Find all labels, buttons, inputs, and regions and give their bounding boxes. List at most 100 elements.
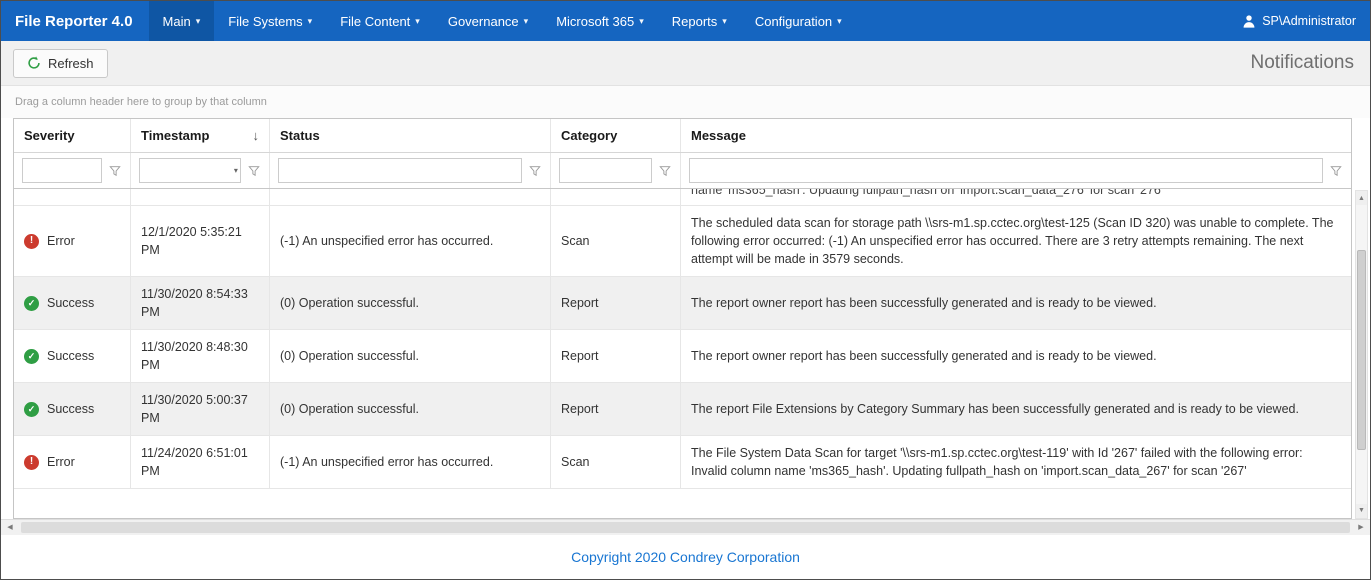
- horizontal-scroll-thumb[interactable]: [21, 522, 1350, 533]
- column-header-severity[interactable]: Severity: [14, 119, 131, 152]
- user-account[interactable]: SP\Administrator: [1228, 1, 1370, 41]
- filter-row: ▾: [14, 153, 1351, 189]
- category-filter-input[interactable]: [559, 158, 652, 183]
- nav-item-microsoft-365[interactable]: Microsoft 365 ▾: [542, 1, 658, 41]
- message-filter-input[interactable]: [689, 158, 1323, 183]
- scroll-down-icon[interactable]: ▼: [1356, 504, 1367, 518]
- group-by-panel[interactable]: Drag a column header here to group by th…: [1, 86, 1370, 118]
- nav-item-label: Main: [163, 14, 191, 29]
- nav-item-label: Microsoft 365: [556, 14, 634, 29]
- chevron-down-icon[interactable]: ▾: [232, 166, 240, 175]
- empty-space: [14, 489, 1351, 518]
- success-icon: ✓: [24, 349, 39, 364]
- success-icon: ✓: [24, 402, 39, 417]
- table-row[interactable]: ✓ Success 11/30/2020 8:54:33 PM (0) Oper…: [14, 277, 1351, 330]
- chevron-down-icon: ▾: [837, 16, 842, 27]
- scroll-up-icon[interactable]: ▲: [1356, 191, 1367, 205]
- sort-descending-icon: ↓: [253, 128, 260, 143]
- nav-item-configuration[interactable]: Configuration ▾: [741, 1, 856, 41]
- vertical-scroll-track[interactable]: [1356, 205, 1367, 504]
- filter-icon[interactable]: [245, 165, 263, 177]
- message-cell: The report owner report has been success…: [681, 277, 1351, 329]
- filter-icon[interactable]: [1327, 165, 1345, 177]
- column-label: Timestamp: [141, 128, 209, 143]
- table-row[interactable]: ✓ Success 11/30/2020 5:00:37 PM (0) Oper…: [14, 383, 1351, 436]
- nav-item-file-systems[interactable]: File Systems ▾: [214, 1, 326, 41]
- category-cell: Report: [551, 330, 681, 382]
- nav-item-label: Configuration: [755, 14, 832, 29]
- table-body: name 'ms365_hash'. Updating fullpath_has…: [14, 189, 1351, 518]
- category-cell: Report: [551, 277, 681, 329]
- user-name: SP\Administrator: [1262, 14, 1356, 28]
- timestamp-cell: 11/24/2020 6:51:01 PM: [131, 436, 270, 488]
- app-title: File Reporter 4.0: [1, 1, 149, 41]
- horizontal-scroll-track[interactable]: [19, 520, 1352, 535]
- status-filter-input[interactable]: [278, 158, 522, 183]
- vertical-scroll-thumb[interactable]: [1357, 250, 1366, 450]
- refresh-button[interactable]: Refresh: [13, 49, 108, 78]
- severity-filter-input[interactable]: [22, 158, 102, 183]
- category-cell: Scan: [551, 436, 681, 488]
- table-row[interactable]: ! Error 12/1/2020 5:35:21 PM (-1) An uns…: [14, 206, 1351, 277]
- error-icon: !: [24, 455, 39, 470]
- user-icon: [1242, 14, 1256, 28]
- filter-icon[interactable]: [656, 165, 674, 177]
- column-header-category[interactable]: Category: [551, 119, 681, 152]
- filter-icon[interactable]: [526, 165, 544, 177]
- severity-label: Error: [47, 453, 75, 471]
- severity-label: Success: [47, 400, 94, 418]
- timestamp-cell: 11/30/2020 8:48:30 PM: [131, 330, 270, 382]
- refresh-label: Refresh: [48, 56, 94, 71]
- table-row[interactable]: ✓ Success 11/30/2020 8:48:30 PM (0) Oper…: [14, 330, 1351, 383]
- horizontal-scrollbar[interactable]: ◀ ▶: [1, 519, 1370, 535]
- success-icon: ✓: [24, 296, 39, 311]
- nav-item-governance[interactable]: Governance ▾: [434, 1, 542, 41]
- main-menu: Main ▾ File Systems ▾ File Content ▾ Gov…: [149, 1, 856, 41]
- message-cell: The File System Data Scan for target '\\…: [681, 436, 1351, 488]
- category-cell: Scan: [551, 206, 681, 276]
- status-cell: (0) Operation successful.: [270, 330, 551, 382]
- status-cell: (0) Operation successful.: [270, 383, 551, 435]
- scroll-left-icon[interactable]: ◀: [1, 523, 19, 531]
- timestamp-cell: 11/30/2020 8:54:33 PM: [131, 277, 270, 329]
- refresh-icon: [27, 56, 41, 70]
- page-title: Notifications: [1251, 52, 1355, 74]
- group-hint: Drag a column header here to group by th…: [15, 96, 267, 108]
- nav-item-label: Reports: [672, 14, 718, 29]
- nav-item-reports[interactable]: Reports ▾: [658, 1, 741, 41]
- chevron-down-icon: ▾: [639, 16, 644, 27]
- severity-label: Error: [47, 232, 75, 250]
- grid-area: Severity Timestamp ↓ Status Category Mes…: [1, 118, 1370, 519]
- table-header: Severity Timestamp ↓ Status Category Mes…: [14, 119, 1351, 153]
- status-cell: (-1) An unspecified error has occurred.: [270, 206, 551, 276]
- footer: Copyright 2020 Condrey Corporation: [1, 535, 1370, 580]
- column-label: Category: [561, 128, 617, 143]
- column-header-message[interactable]: Message: [681, 119, 1351, 152]
- chevron-down-icon: ▾: [524, 16, 529, 27]
- table-row[interactable]: ! Error 11/24/2020 6:51:01 PM (-1) An un…: [14, 436, 1351, 489]
- column-header-timestamp[interactable]: Timestamp ↓: [131, 119, 270, 152]
- nav-item-label: File Systems: [228, 14, 302, 29]
- nav-item-file-content[interactable]: File Content ▾: [326, 1, 434, 41]
- nav-item-label: Governance: [448, 14, 519, 29]
- column-label: Message: [691, 128, 746, 143]
- chevron-down-icon: ▾: [415, 16, 420, 27]
- message-cell: The report owner report has been success…: [681, 330, 1351, 382]
- timestamp-filter-combo: ▾: [139, 158, 241, 183]
- message-cell: The report File Extensions by Category S…: [681, 383, 1351, 435]
- error-icon: !: [24, 234, 39, 249]
- status-cell: (0) Operation successful.: [270, 277, 551, 329]
- notifications-table: Severity Timestamp ↓ Status Category Mes…: [13, 118, 1352, 519]
- filter-icon[interactable]: [106, 165, 124, 177]
- partial-message: name 'ms365_hash'. Updating fullpath_has…: [691, 189, 1163, 199]
- status-cell: (-1) An unspecified error has occurred.: [270, 436, 551, 488]
- timestamp-filter-input[interactable]: [140, 159, 232, 182]
- vertical-scrollbar[interactable]: ▲ ▼: [1355, 190, 1368, 519]
- table-row-partial[interactable]: name 'ms365_hash'. Updating fullpath_has…: [14, 189, 1351, 206]
- scroll-right-icon[interactable]: ▶: [1352, 523, 1370, 531]
- copyright-link[interactable]: Copyright 2020 Condrey Corporation: [571, 549, 800, 565]
- column-header-status[interactable]: Status: [270, 119, 551, 152]
- column-label: Severity: [24, 128, 75, 143]
- timestamp-cell: 11/30/2020 5:00:37 PM: [131, 383, 270, 435]
- nav-item-main[interactable]: Main ▾: [149, 1, 215, 41]
